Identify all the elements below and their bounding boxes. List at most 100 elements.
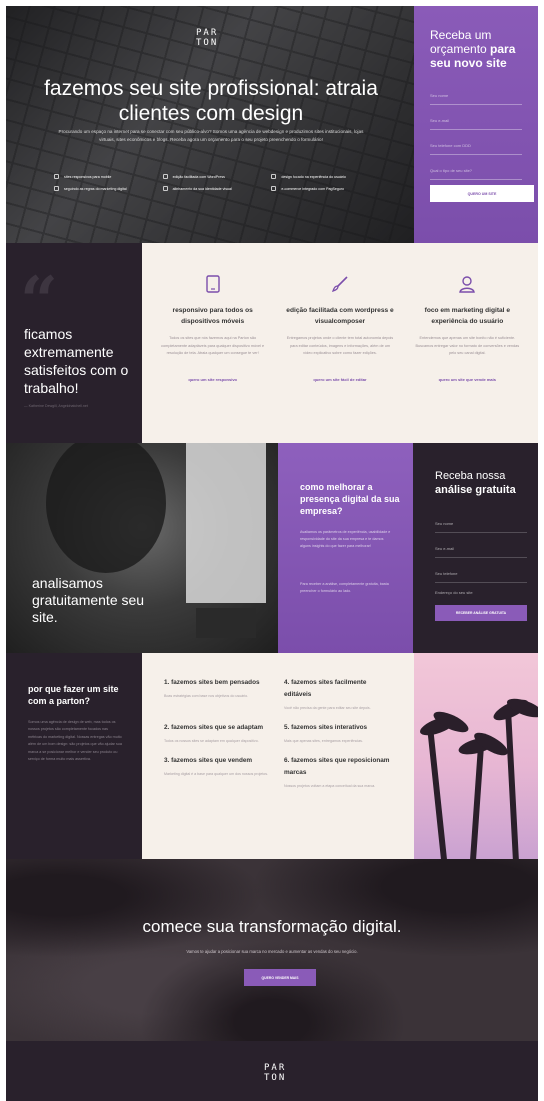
analysis-phone-line [435,582,527,583]
feature-title: foco em marketing digital e experiência … [424,307,511,325]
phone-field[interactable]: Seu telefone com DDD [430,143,471,148]
analysis-submit-button[interactable]: RECEBER ANÁLISE GRATUITA [435,605,527,621]
keyboard-shape [196,608,256,638]
why-item-title: 2. fazemos sites que se adaptam [164,724,264,731]
tablet-icon [158,275,267,295]
analysis-info: como melhorar a presença digital da sua … [278,443,413,653]
hero-features: sites responsivos para mobile edição fac… [54,174,374,191]
why-item-text: Você não precisa da gente para editar se… [284,706,371,710]
why-item-text: Nossos projetos voltam a etapa conceitua… [284,784,376,788]
cta-button[interactable]: QUERO VENDER MAIS [244,969,316,986]
phone-field-line [430,154,522,155]
user-icon [271,174,277,179]
palm-trunk [426,723,448,859]
analysis-form-title-b: análise gratuita [435,484,516,496]
hero-feature-label: edição facilitada com WordPress [172,174,225,179]
footer-logo-line-1: PAR [264,1063,287,1073]
feature-link[interactable]: quero um site que vende mais [439,377,496,382]
analysis-info-title: como melhorar a presença digital da sua … [300,482,400,516]
hero-feature-label: design focado na experiência do usuário [281,174,346,179]
why-item-title: 1. fazemos sites bem pensados [164,679,260,686]
mobile-icon [54,174,59,179]
why-item-text: Marketing digital é a base para qualquer… [164,772,269,776]
hero-section: PAR TON fazemos seu site profissional: a… [6,6,538,243]
testimonial-cite: — Katherine Dewgill, Angelohatchell.net [24,404,88,408]
hero-feature: sites responsivos para mobile [54,174,157,179]
feature-text: Entregamos projetos onde o cliente tem t… [286,336,394,355]
logo-line-1: PAR [196,28,219,38]
feature-text: Entendemos que apenas um site bonito não… [415,336,520,355]
hero-feature: edição facilitada com WordPress [162,174,266,179]
hero-feature-label: sites responsivos para mobile [64,174,112,179]
hero-feature: design focado na experiência do usuário [271,174,374,179]
name-field[interactable]: Seu nome [430,93,448,98]
analysis-photo: analisamos gratuitamente seu site. [6,443,278,653]
palm-trees-image [414,653,538,859]
why-title: por que fazer um site com a parton? [28,684,119,706]
email-field-line [430,129,522,130]
hero-feature-label: seguindo as regras do marketing digital [64,186,127,191]
why-item-title: 6. fazemos sites que reposicionam marcas [284,757,390,776]
why-item: 6. fazemos sites que reposicionam marcas… [284,755,392,790]
analysis-email-line [435,557,527,558]
why-item-title: 5. fazemos sites interativos [284,724,368,731]
quote-mark-icon: “ [20,262,58,340]
hero-feature: seguindo as regras do marketing digital [54,186,157,191]
analysis-form-title: Receba nossa análise gratuita [435,469,535,497]
hero-feature-label: e-commerce integrado com PagSeguro [281,186,345,191]
header-logo[interactable]: PAR TON [196,28,218,48]
brush-icon [285,275,394,295]
landing-page: PAR TON fazemos seu site profissional: a… [6,6,538,1101]
why-text: Somos uma agência de design de web, mas … [28,720,122,762]
why-item: 1. fazemos sites bem pensados Boas estrat… [164,677,272,712]
footer-logo[interactable]: PAR TON [264,1063,286,1083]
feature-link[interactable]: quero um site responsivo [188,377,237,382]
feature-title: edição facilitada com wordpress e visual… [286,307,394,325]
analysis-email-field[interactable]: Seu e-mail [435,546,454,551]
why-section: por que fazer um site com a parton? Somo… [6,653,538,859]
name-field-line [430,104,522,105]
why-item-title: 4. fazemos sites facilmente editáveis [284,679,367,698]
analysis-info-text-2: Para receber a análise, completamente gr… [300,582,389,593]
quote-form: Receba um orçamento para seu novo site S… [414,6,538,243]
why-item-text: Mais que apenas sites, entregamos experi… [284,739,363,743]
feature-card: edição facilitada com wordpress e visual… [279,275,400,386]
analysis-name-field[interactable]: Seu nome [435,521,453,526]
hero-feature: e-commerce integrado com PagSeguro [271,186,374,191]
hero-feature-label: alinhamento da sua identidade visual [172,186,232,191]
analysis-form: Receba nossa análise gratuita Seu nome S… [413,443,538,653]
footer: PAR TON [6,1041,538,1101]
hero-lead: Procurando um espaço na internet para se… [58,129,364,142]
site-type-field[interactable]: Qual o tipo de seu site? [430,168,472,173]
globe-icon [54,186,59,191]
pen-icon [162,186,168,191]
feature-link[interactable]: quero um site fácil de editar [313,377,366,382]
cta-section: comece sua transformação digital. Vamos … [6,859,538,1041]
why-item: 4. fazemos sites facilmente editáveis Voc… [284,677,392,712]
feature-card: foco em marketing digital e experiência … [407,275,528,386]
hero-title: fazemos seu site profissional: atraia cl… [44,77,378,125]
why-item: 2. fazemos sites que se adaptam Todos os … [164,722,272,745]
analysis-form-title-a: Receba nossa [435,470,506,482]
hero-feature: alinhamento da sua identidade visual [162,186,266,191]
quote-submit-button[interactable]: QUERO UM SITE [430,185,534,202]
quote-form-title: Receba um orçamento para seu novo site [430,28,530,70]
footer-logo-line-2: TON [264,1073,287,1083]
analysis-photo-caption: analisamos gratuitamente seu site. [32,575,145,625]
analysis-phone-field[interactable]: Seu telefone [435,571,457,576]
why-item: 5. fazemos sites interativos Mais que ape… [284,722,392,745]
cta-title: comece sua transformação digital. [142,917,402,936]
email-field[interactable]: Seu e-mail [430,118,449,123]
cta-text: Vamos te ajudar a posicionar sua marca n… [186,949,358,954]
feature-card: responsivo para todos os dispositivos mó… [152,275,273,386]
analysis-section: analisamos gratuitamente seu site. como … [6,443,538,653]
features-section: “ ficamos extremamente satisfeitos com o… [6,243,538,443]
why-item-title: 3. fazemos sites que vendem [164,757,253,764]
analysis-name-line [435,532,527,533]
palm-trunk [504,707,520,859]
why-list: 1. fazemos sites bem pensados Boas estrat… [142,677,414,800]
quote-form-title-a: Receba um orçamento [430,28,492,56]
palm-trunk [469,742,485,859]
analysis-site-field[interactable]: Endereço do seu site [435,590,473,595]
monitor-shape [186,443,266,603]
